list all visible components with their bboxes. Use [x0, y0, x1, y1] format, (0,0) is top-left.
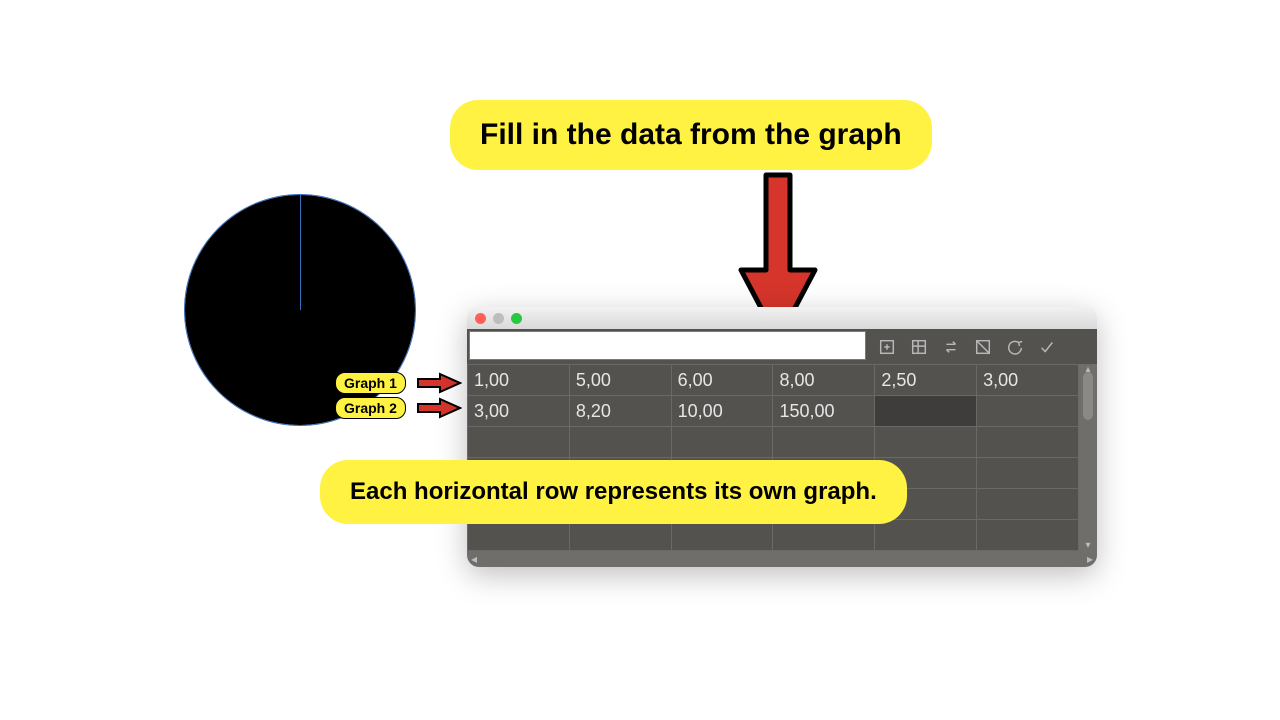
- pie-start-tick: [300, 195, 301, 310]
- table-row[interactable]: [468, 520, 1079, 551]
- cell-style-icon[interactable]: [974, 338, 992, 356]
- window-titlebar[interactable]: [467, 307, 1097, 329]
- table-row[interactable]: 1,00 5,00 6,00 8,00 2,50 3,00: [468, 365, 1079, 396]
- cell[interactable]: 150,00: [773, 396, 875, 427]
- scroll-right-icon[interactable]: ▸: [1087, 552, 1093, 566]
- apply-icon[interactable]: [1038, 338, 1056, 356]
- cell[interactable]: 8,00: [773, 365, 875, 396]
- callout-fill-data: Fill in the data from the graph: [450, 100, 932, 170]
- pill-graph2: Graph 2: [335, 397, 406, 419]
- arrow-right-icon: [416, 372, 462, 399]
- horizontal-scrollbar[interactable]: ◂ ▸: [467, 551, 1097, 567]
- transpose-icon[interactable]: [910, 338, 928, 356]
- cell[interactable]: 2,50: [875, 365, 977, 396]
- switch-xy-icon[interactable]: [942, 338, 960, 356]
- tutorial-stage: Fill in the data from the graph Graph 1 …: [0, 0, 1280, 720]
- data-toolbar: [467, 329, 1097, 364]
- scroll-down-icon[interactable]: ▾: [1079, 540, 1097, 551]
- revert-icon[interactable]: [1006, 338, 1024, 356]
- arrow-right-icon: [416, 397, 462, 424]
- vertical-scrollbar[interactable]: ▴ ▾: [1079, 364, 1097, 551]
- cell[interactable]: 1,00: [468, 365, 570, 396]
- window-zoom-icon[interactable]: [511, 313, 522, 324]
- scroll-thumb[interactable]: [1083, 372, 1093, 420]
- cell[interactable]: 6,00: [671, 365, 773, 396]
- callout-top-text: Fill in the data from the graph: [480, 118, 902, 151]
- cell-entry-input[interactable]: [469, 331, 866, 360]
- cell[interactable]: 8,20: [569, 396, 671, 427]
- cell[interactable]: 5,00: [569, 365, 671, 396]
- callout-row-explain: Each horizontal row represents its own g…: [320, 460, 907, 524]
- pill-graph1: Graph 1: [335, 372, 406, 394]
- import-data-icon[interactable]: [878, 338, 896, 356]
- graph-data-window: 1,00 5,00 6,00 8,00 2,50 3,00 3,00 8,20 …: [467, 307, 1097, 567]
- window-close-icon[interactable]: [475, 313, 486, 324]
- cell[interactable]: 3,00: [977, 365, 1079, 396]
- table-row[interactable]: 3,00 8,20 10,00 150,00: [468, 396, 1079, 427]
- scroll-left-icon[interactable]: ◂: [471, 552, 477, 566]
- window-minimize-icon[interactable]: [493, 313, 504, 324]
- cell[interactable]: [977, 396, 1079, 427]
- cell[interactable]: 10,00: [671, 396, 773, 427]
- cell[interactable]: [875, 396, 977, 427]
- callout-bottom-text: Each horizontal row represents its own g…: [350, 478, 877, 505]
- table-row[interactable]: [468, 427, 1079, 458]
- cell[interactable]: 3,00: [468, 396, 570, 427]
